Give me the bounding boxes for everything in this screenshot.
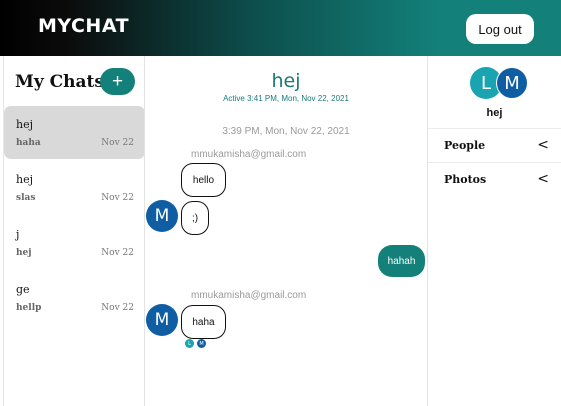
photos-section[interactable]: Photos <	[428, 162, 561, 196]
chat-list-title: My Chats	[15, 72, 104, 92]
avatar[interactable]: M	[146, 200, 178, 232]
chat-list-panel: My Chats + hej haha Nov 22 hej slas Nov …	[3, 56, 145, 406]
new-chat-button[interactable]: +	[100, 68, 135, 95]
divider	[144, 56, 145, 406]
conversation-status: Active 3:41 PM, Mon, Nov 22, 2021	[223, 94, 349, 103]
chevron-left-icon: <	[537, 171, 549, 187]
message-bubble: haha	[181, 305, 226, 339]
my-message-bubble: hahah	[378, 245, 425, 277]
conversation-title: hej	[271, 70, 301, 92]
app-logo: MYCHAT	[38, 15, 130, 37]
top-header: MYCHAT Log out	[0, 0, 561, 56]
chat-last-message: hellp	[16, 303, 42, 313]
sender-email: mmukamisha@gmail.com	[191, 290, 307, 301]
message-bubble: ;)	[181, 201, 209, 235]
people-section[interactable]: People <	[428, 128, 561, 162]
message-timestamp: 3:39 PM, Mon, Nov 22, 2021	[222, 126, 350, 137]
chat-last-message: slas	[16, 193, 36, 203]
chevron-left-icon: <	[537, 137, 549, 153]
chat-list-item[interactable]: j hej Nov 22	[4, 216, 145, 269]
section-label: People	[444, 139, 486, 152]
read-receipt-avatar: M	[197, 339, 206, 348]
section-label: Photos	[444, 173, 487, 186]
chat-name: ge	[16, 283, 30, 296]
avatar[interactable]: M	[146, 304, 178, 336]
read-receipt-avatar: L	[185, 339, 194, 348]
chat-details-name: hej	[486, 107, 503, 119]
chat-last-message: hej	[16, 248, 32, 258]
chat-name: hej	[16, 118, 34, 131]
chat-list-item[interactable]: hej haha Nov 22	[4, 106, 145, 159]
chat-date: Nov 22	[101, 248, 134, 258]
sender-email: mmukamisha@gmail.com	[191, 149, 307, 160]
member-avatar: M	[496, 67, 528, 99]
chat-date: Nov 22	[101, 303, 134, 313]
message-bubble: hello	[181, 163, 226, 197]
chat-name: j	[16, 228, 20, 241]
chat-last-message: haha	[16, 138, 41, 148]
chat-list-item[interactable]: hej slas Nov 22	[4, 161, 145, 214]
chat-name: hej	[16, 173, 34, 186]
chat-date: Nov 22	[101, 193, 134, 203]
logout-button[interactable]: Log out	[466, 14, 534, 44]
chat-list-item[interactable]: ge hellp Nov 22	[4, 271, 145, 324]
chat-date: Nov 22	[101, 138, 134, 148]
